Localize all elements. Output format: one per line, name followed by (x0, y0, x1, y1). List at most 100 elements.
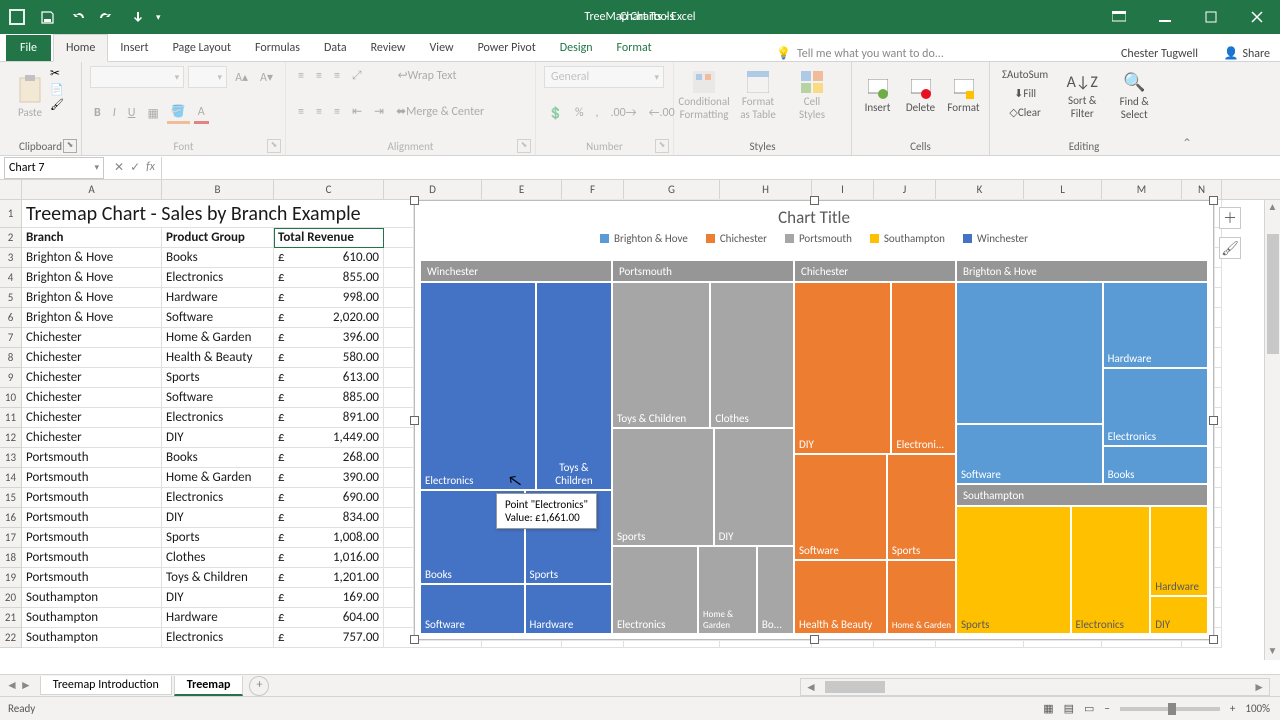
decrease-font-icon[interactable]: A▾ (256, 68, 277, 87)
treemap-cell[interactable]: Sports (888, 455, 955, 559)
decrease-indent-icon[interactable]: ⇤ (348, 102, 366, 121)
data-cell[interactable]: Brighton & Hove (22, 268, 162, 288)
treemap-branch-header[interactable]: Chichester (795, 261, 955, 281)
currency-cell[interactable]: £1,016.00 (274, 548, 384, 568)
data-cell[interactable]: Books (162, 448, 274, 468)
chart-title[interactable]: Chart Title (415, 201, 1213, 232)
treemap-cell[interactable]: Home & Garden (888, 561, 955, 633)
treemap-branch-header[interactable]: Brighton & Hove (957, 261, 1207, 281)
data-cell[interactable]: Chichester (22, 388, 162, 408)
tab-data[interactable]: Data (312, 35, 359, 61)
paste-button[interactable]: Paste (8, 66, 52, 126)
column-header[interactable]: F (562, 180, 624, 199)
horizontal-scrollbar[interactable]: ◄ ► (800, 678, 1270, 696)
treemap-cell[interactable]: DIY (795, 283, 890, 453)
currency-cell[interactable]: £998.00 (274, 288, 384, 308)
row-header[interactable]: 5 (0, 288, 22, 308)
format-cells-button[interactable]: Format (946, 66, 981, 126)
sheet-tab[interactable]: Treemap Introduction (40, 676, 172, 695)
chart-resize-handle[interactable] (810, 196, 819, 205)
currency-cell[interactable]: £1,008.00 (274, 528, 384, 548)
row-header[interactable]: 11 (0, 408, 22, 428)
row-header[interactable]: 18 (0, 548, 22, 568)
treemap-cell[interactable]: Toys & Children (613, 283, 709, 427)
data-cell[interactable]: Chichester (22, 348, 162, 368)
chart-resize-handle[interactable] (1209, 635, 1218, 644)
format-painter-icon[interactable]: 🖌 (50, 98, 64, 111)
insert-cells-button[interactable]: Insert (860, 66, 895, 126)
currency-cell[interactable]: £580.00 (274, 348, 384, 368)
row-header[interactable]: 3 (0, 248, 22, 268)
currency-cell[interactable]: £891.00 (274, 408, 384, 428)
clipboard-dialog-launcher[interactable]: ⬊ (63, 139, 77, 153)
increase-decimal-icon[interactable]: .00→ (607, 104, 641, 122)
tell-me-search[interactable]: 💡Tell me what you want to do... (776, 46, 944, 61)
data-cell[interactable]: Portsmouth (22, 568, 162, 588)
treemap-branch-header[interactable]: Portsmouth (613, 261, 793, 281)
row-header[interactable]: 13 (0, 448, 22, 468)
autosum-button[interactable]: Σ AutoSum (998, 66, 1052, 83)
fill-color-icon[interactable]: 🪣 (167, 102, 190, 124)
data-cell[interactable]: Portsmouth (22, 468, 162, 488)
data-cell[interactable]: Clothes (162, 548, 274, 568)
treemap-cell[interactable]: Software (957, 425, 1102, 483)
column-header[interactable]: I (812, 180, 874, 199)
orientation-icon[interactable]: ⤢ (348, 67, 366, 85)
treemap-cell[interactable]: Toys & Children (537, 283, 611, 489)
data-cell[interactable]: Hardware (162, 608, 274, 628)
tab-design[interactable]: Design (548, 35, 605, 61)
vertical-scrollbar[interactable]: ▲ ▼ (1264, 200, 1280, 660)
currency-cell[interactable]: £2,020.00 (274, 308, 384, 328)
currency-cell[interactable]: £1,449.00 (274, 428, 384, 448)
column-header[interactable]: H (720, 180, 812, 199)
sort-filter-button[interactable]: A↓ZSort & Filter (1060, 66, 1104, 126)
share-button[interactable]: 👤Share (1223, 46, 1270, 61)
copy-icon[interactable]: 📄 (50, 83, 64, 96)
decrease-decimal-icon[interactable]: ←.00 (645, 104, 679, 122)
chart-legend[interactable]: Brighton & HoveChichesterPortsmouthSouth… (415, 232, 1213, 251)
treemap-cell[interactable]: Hardware (1151, 507, 1207, 595)
currency-cell[interactable]: £855.00 (274, 268, 384, 288)
scroll-thumb[interactable] (825, 681, 885, 693)
font-dialog-launcher[interactable]: ⬊ (267, 139, 281, 153)
treemap-cell[interactable]: Health & Beauty (795, 561, 886, 633)
data-cell[interactable]: Chichester (22, 368, 162, 388)
data-cell[interactable]: Brighton & Hove (22, 308, 162, 328)
font-color-icon[interactable]: A (194, 103, 209, 124)
qat-customize-icon[interactable]: ▾ (156, 12, 161, 23)
header-cell[interactable]: Product Group (162, 228, 274, 248)
data-cell[interactable]: Portsmouth (22, 548, 162, 568)
close-button[interactable] (1234, 0, 1280, 34)
data-cell[interactable]: Home & Garden (162, 468, 274, 488)
chart-resize-handle[interactable] (410, 416, 419, 425)
zoom-knob[interactable] (1168, 703, 1176, 715)
treemap-cell[interactable]: DIY (715, 429, 793, 544)
align-center-icon[interactable]: ≡ (312, 103, 326, 121)
treemap-cell[interactable]: Sports (613, 429, 713, 544)
legend-item[interactable]: Brighton & Hove (600, 232, 688, 245)
cancel-entry-icon[interactable]: ✕ (114, 160, 124, 175)
tab-format[interactable]: Format (605, 35, 664, 61)
column-header[interactable]: J (874, 180, 936, 199)
column-header[interactable]: G (624, 180, 720, 199)
treemap-cell[interactable]: Software (421, 585, 524, 633)
scroll-thumb[interactable] (1267, 234, 1279, 354)
fill-button[interactable]: ⬇ Fill (998, 85, 1052, 102)
data-cell[interactable]: Portsmouth (22, 488, 162, 508)
header-cell[interactable]: Total Revenue (274, 228, 384, 248)
conditional-formatting-button[interactable]: Conditional Formatting (682, 66, 726, 126)
treemap-cell[interactable]: Electronics (1072, 507, 1150, 633)
currency-cell[interactable]: £396.00 (274, 328, 384, 348)
font-name-select[interactable] (90, 66, 184, 88)
sheet-nav-next-icon[interactable]: ► (20, 678, 32, 693)
currency-cell[interactable]: £690.00 (274, 488, 384, 508)
row-header[interactable]: 10 (0, 388, 22, 408)
chart-resize-handle[interactable] (1209, 196, 1218, 205)
data-cell[interactable]: Portsmouth (22, 508, 162, 528)
name-box[interactable]: Chart 7 (4, 157, 104, 179)
data-cell[interactable]: Portsmouth (22, 528, 162, 548)
data-cell[interactable]: Home & Garden (162, 328, 274, 348)
treemap-cell[interactable]: Electronics (1104, 369, 1207, 445)
scroll-up-icon[interactable]: ▲ (1265, 200, 1280, 216)
touch-mode-icon[interactable] (126, 6, 148, 28)
